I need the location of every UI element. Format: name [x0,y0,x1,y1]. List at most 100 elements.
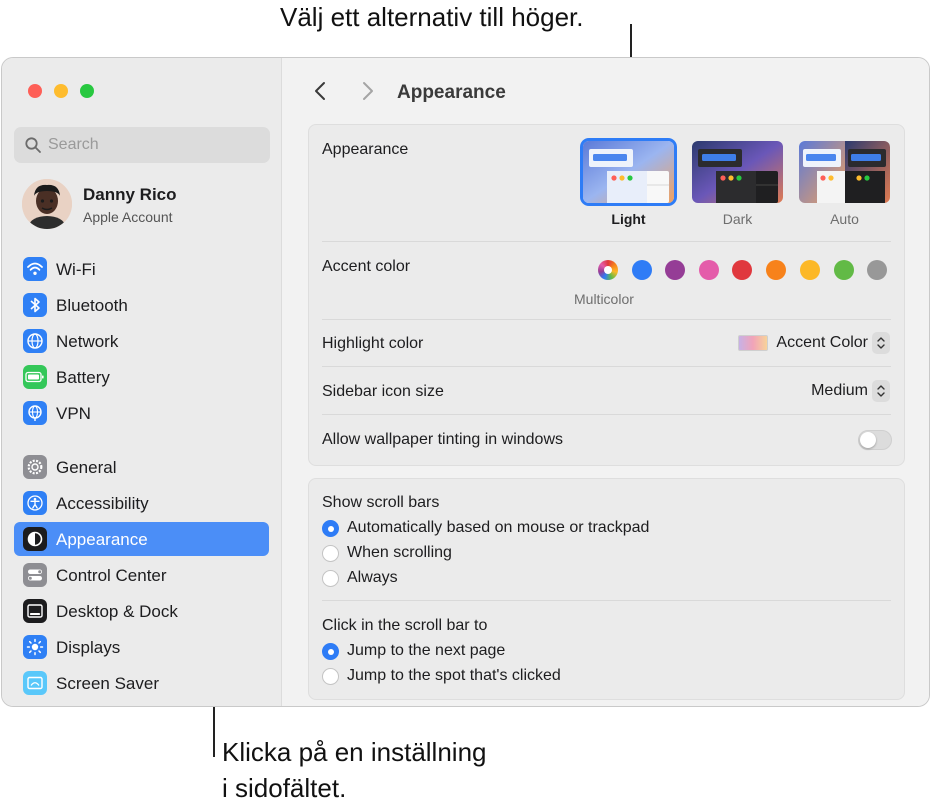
desktop-dock-icon [23,599,47,623]
accent-purple-swatch[interactable] [665,260,685,280]
highlight-color-popup[interactable]: Accent Color [738,332,890,354]
sidebar-item-desktop-dock[interactable]: Desktop & Dock [14,594,269,628]
search-icon [25,137,41,153]
zoom-window-button[interactable] [80,84,94,98]
avatar [22,179,72,229]
chevron-updown-icon [872,380,890,402]
radio-label: Jump to the next page [347,642,506,659]
search-field[interactable] [14,127,270,163]
sidebar-item-network[interactable]: Network [14,324,269,358]
sidebar-item-appearance[interactable]: Appearance [14,522,269,556]
sidebar-item-displays[interactable]: Displays [14,630,269,664]
screen-saver-icon [23,671,47,695]
accent-green-swatch[interactable] [834,260,854,280]
search-input[interactable] [48,127,258,163]
appearance-option-auto-label: Auto [830,211,859,227]
multicolor-label: Multicolor [574,291,634,307]
appearance-option-dark[interactable] [692,141,783,203]
sidebar-item-label: Battery [56,368,110,387]
callout-click-sidebar: Klicka på en inställning i sidofältet. [222,734,487,806]
divider [322,366,891,367]
wallpaper-tinting-toggle[interactable] [858,430,892,450]
account-subtitle: Apple Account [83,209,173,225]
scroll-bar-settings-card: Show scroll bars Automatically based on … [308,478,905,700]
appearance-option-light-label: Light [611,211,646,227]
appearance-option-light[interactable] [583,141,674,203]
highlight-color-swatch [738,335,769,351]
apple-account-item[interactable]: Danny Rico Apple Account [22,179,272,231]
bluetooth-icon [23,293,47,317]
radio-button[interactable] [322,544,339,562]
close-window-button[interactable] [28,84,42,98]
sidebar: Danny Rico Apple Account Wi-Fi Bluetooth… [2,58,282,706]
sidebar-item-label: Control Center [56,566,167,585]
radio-button[interactable] [322,569,339,587]
appearance-option-dark-label: Dark [722,211,753,227]
sidebar-item-label: General [56,458,117,477]
radio-button[interactable] [322,667,339,685]
click-scroll-option-spot-clicked[interactable]: Jump to the spot that's clicked [322,665,561,687]
appearance-row-label: Appearance [322,141,409,158]
wifi-icon [23,257,47,281]
back-chevron-icon[interactable] [311,80,331,102]
radio-label: Always [347,569,398,586]
sidebar-item-label: Accessibility [56,494,149,513]
radio-label: Automatically based on mouse or trackpad [347,519,650,536]
appearance-settings-card: Appearance Light Dark Auto Accent color … [308,124,905,466]
sidebar-item-vpn[interactable]: VPN [14,396,269,430]
accent-blue-swatch[interactable] [632,260,652,280]
callout-bottom-line-1: Klicka på en inställning [222,737,487,767]
sidebar-item-label: VPN [56,404,91,423]
sidebar-item-bluetooth[interactable]: Bluetooth [14,288,269,322]
sidebar-icon-size-label: Sidebar icon size [322,383,444,400]
accessibility-icon [23,491,47,515]
radio-label: Jump to the spot that's clicked [347,667,561,684]
scroll-bars-option-always[interactable]: Always [322,567,398,589]
click-scroll-option-next-page[interactable]: Jump to the next page [322,640,505,662]
accent-graphite-swatch[interactable] [867,260,887,280]
battery-icon [23,365,47,389]
minimize-window-button[interactable] [54,84,68,98]
sidebar-item-label: Wi-Fi [56,260,96,279]
sidebar-icon-size-popup[interactable]: Medium [811,380,890,402]
callout-choose-option: Välj ett alternativ till höger. [280,2,584,32]
vpn-globe-icon [23,401,47,425]
displays-sun-icon [23,635,47,659]
sidebar-item-general[interactable]: General [14,450,269,484]
accent-pink-swatch[interactable] [699,260,719,280]
highlight-color-label: Highlight color [322,335,424,352]
sidebar-item-screen-saver[interactable]: Screen Saver [14,666,269,700]
scroll-bars-option-when-scrolling[interactable]: When scrolling [322,542,452,564]
callout-bottom-line-2: i sidofältet. [222,773,347,803]
control-center-icon [23,563,47,587]
divider [322,319,891,320]
radio-button[interactable] [322,642,339,660]
chevron-updown-icon [872,332,890,354]
appearance-option-auto[interactable] [799,141,890,203]
account-name: Danny Rico [83,185,177,204]
sidebar-item-label: Network [56,332,119,351]
divider [322,600,891,601]
sidebar-item-battery[interactable]: Battery [14,360,269,394]
toggle-knob [860,432,876,448]
sidebar-item-label: Appearance [56,530,148,549]
wallpaper-tinting-label: Allow wallpaper tinting in windows [322,431,564,448]
appearance-icon [23,527,47,551]
sidebar-item-label: Displays [56,638,121,657]
show-scroll-bars-label: Show scroll bars [322,494,440,511]
click-scroll-bar-label: Click in the scroll bar to [322,617,488,634]
forward-chevron-icon[interactable] [357,80,377,102]
sidebar-item-wifi[interactable]: Wi-Fi [14,252,269,286]
accent-yellow-swatch[interactable] [800,260,820,280]
gear-icon [23,455,47,479]
sidebar-item-accessibility[interactable]: Accessibility [14,486,269,520]
accent-multicolor-swatch[interactable] [598,260,618,280]
accent-red-swatch[interactable] [732,260,752,280]
accent-orange-swatch[interactable] [766,260,786,280]
divider [322,414,891,415]
radio-label: When scrolling [347,544,452,561]
scroll-bars-option-automatic[interactable]: Automatically based on mouse or trackpad [322,517,649,539]
system-settings-window: Danny Rico Apple Account Wi-Fi Bluetooth… [1,57,930,707]
radio-button[interactable] [322,519,339,537]
sidebar-item-control-center[interactable]: Control Center [14,558,269,592]
